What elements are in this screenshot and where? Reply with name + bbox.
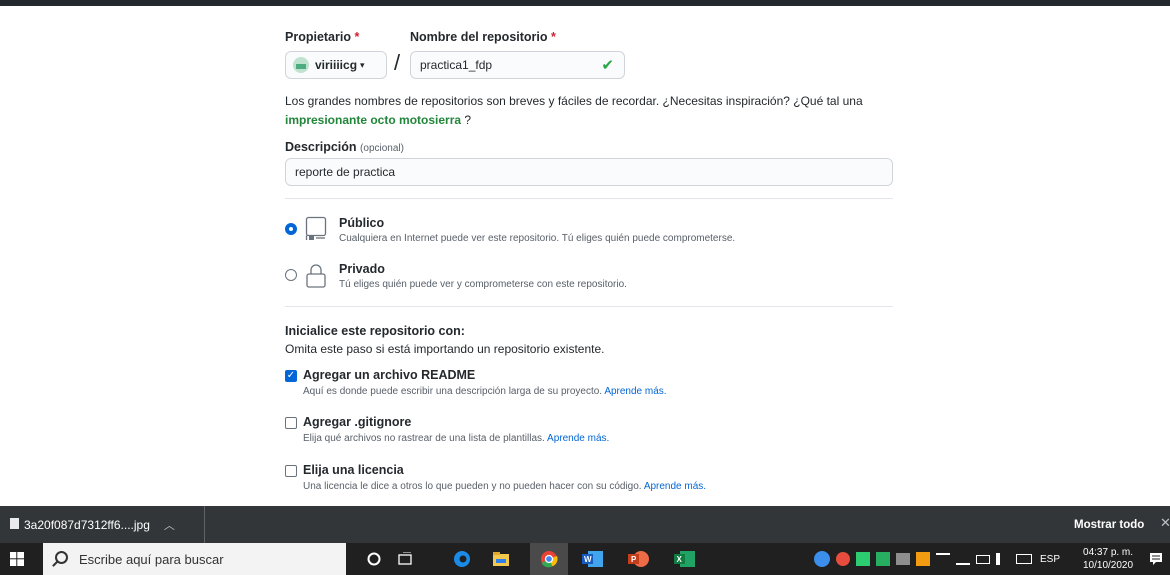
keyboard-icon[interactable] [1016, 554, 1032, 564]
repo-name-label: Nombre del repositorio * [410, 30, 556, 44]
divider [285, 198, 893, 199]
gitignore-checkbox[interactable] [285, 417, 297, 429]
description-value: reporte de practica [295, 165, 396, 179]
private-description: Tú eliges quién puede ver y comprometers… [339, 279, 627, 290]
edge-icon[interactable] [447, 543, 477, 575]
suggestion-link[interactable]: impresionante octo motosierra [285, 113, 461, 127]
optional-tag: (opcional) [360, 143, 404, 154]
download-filename: 3a20f087d7312ff6....jpg [24, 517, 150, 532]
notifications-icon[interactable] [1146, 543, 1166, 575]
readme-label: Agregar un archivo README [303, 368, 476, 382]
repo-name-value: practica1_fdp [420, 58, 493, 72]
svg-text:X: X [677, 555, 683, 564]
download-bar: 3a20f087d7312ff6....jpg ︿ Mostrar todo ✕ [0, 506, 1170, 543]
wifi-icon[interactable] [956, 553, 970, 565]
private-radio[interactable] [285, 269, 297, 281]
gitignore-label: Agregar .gitignore [303, 415, 412, 429]
owner-repo-separator: / [394, 50, 401, 75]
svg-text:P: P [631, 555, 637, 564]
divider [285, 306, 893, 307]
private-title: Privado [339, 262, 385, 276]
public-title: Público [339, 216, 385, 230]
owner-value: viriiiicg [315, 58, 358, 72]
system-tray: ESP [814, 543, 1060, 575]
app-tray-icon[interactable] [856, 552, 870, 566]
visibility-private-option[interactable]: Privado Tú eliges quién puede ver y comp… [285, 262, 895, 296]
file-explorer-icon[interactable] [486, 543, 516, 575]
app-tray-icon[interactable] [916, 552, 930, 566]
download-item[interactable]: 3a20f087d7312ff6....jpg ︿ [0, 506, 205, 543]
show-all-button[interactable]: Mostrar todo [1066, 514, 1152, 536]
visibility-public-option[interactable]: Público Cualquiera en Internet puede ver… [285, 216, 895, 250]
task-view-icon[interactable] [391, 543, 419, 575]
avatar [293, 57, 309, 73]
readme-option[interactable]: ✓ Agregar un archivo README Aquí es dond… [285, 368, 895, 400]
search-icon [55, 551, 68, 564]
word-icon[interactable]: W [574, 543, 612, 575]
owner-label: Propietario * [285, 30, 360, 44]
license-checkbox[interactable] [285, 465, 297, 477]
readme-description: Aquí es donde puede escribir una descrip… [303, 386, 667, 397]
clock-time: 04:37 p. m. [1083, 547, 1134, 558]
learn-more-link[interactable]: Aprende más. [547, 433, 609, 444]
gitignore-description: Elija qué archivos no rastrear de una li… [303, 433, 610, 444]
powerpoint-icon[interactable]: P [620, 543, 658, 575]
init-title: Inicialice este repositorio con: [285, 324, 465, 338]
description-input[interactable]: reporte de practica [285, 158, 893, 186]
app-tray-icon[interactable] [836, 552, 850, 566]
chevron-up-icon[interactable]: ︿ [164, 517, 175, 533]
file-icon [10, 518, 19, 529]
app-tray-icon[interactable] [896, 553, 910, 565]
network-icon[interactable] [936, 553, 950, 565]
clock-date: 10/10/2020 [1083, 560, 1134, 571]
language-indicator[interactable]: ESP [1040, 554, 1060, 565]
gitignore-option[interactable]: Agregar .gitignore Elija qué archivos no… [285, 415, 895, 447]
repo-name-input[interactable]: practica1_fdp ✔ [410, 51, 625, 79]
chrome-icon[interactable] [530, 543, 568, 575]
create-repo-page: Propietario * Nombre del repositorio * v… [0, 6, 1170, 506]
readme-checkbox[interactable]: ✓ [285, 370, 297, 382]
windows-taskbar: Escribe aquí para buscar W P X ESP 04:37… [0, 543, 1170, 575]
search-placeholder: Escribe aquí para buscar [79, 551, 224, 567]
app-tray-icon[interactable] [876, 552, 890, 566]
license-option[interactable]: Elija una licencia Una licencia le dice … [285, 463, 895, 495]
repo-name-hint: Los grandes nombres de repositorios son … [285, 94, 863, 127]
init-subtitle: Omita este paso si está importando un re… [285, 342, 605, 356]
required-mark: * [354, 30, 360, 44]
public-radio[interactable] [285, 223, 297, 235]
battery-icon[interactable] [976, 554, 990, 564]
license-description: Una licencia le dice a otros lo que pued… [303, 481, 707, 492]
caret-down-icon: ▾ [360, 59, 365, 70]
taskbar-search-input[interactable]: Escribe aquí para buscar [43, 543, 346, 575]
volume-icon[interactable] [996, 553, 1008, 565]
description-label: Descripción (opcional) [285, 140, 404, 154]
repo-book-icon [305, 216, 327, 240]
owner-select-button[interactable]: viriiiicg ▾ [285, 51, 387, 79]
windows-start-icon[interactable] [10, 552, 24, 566]
learn-more-link[interactable]: Aprende más. [604, 386, 666, 397]
public-description: Cualquiera en Internet puede ver este re… [339, 233, 736, 244]
svg-text:W: W [584, 555, 592, 564]
required-mark: * [551, 30, 556, 44]
check-icon: ✔ [601, 57, 614, 74]
learn-more-link[interactable]: Aprende más. [644, 481, 706, 492]
lock-icon [306, 264, 326, 288]
excel-icon[interactable]: X [666, 543, 704, 575]
close-icon[interactable]: ✕ [1160, 515, 1170, 531]
cortana-icon[interactable] [360, 543, 388, 575]
help-icon[interactable] [814, 551, 830, 567]
clock[interactable]: 04:37 p. m. 10/10/2020 [1083, 546, 1133, 572]
license-label: Elija una licencia [303, 463, 404, 477]
